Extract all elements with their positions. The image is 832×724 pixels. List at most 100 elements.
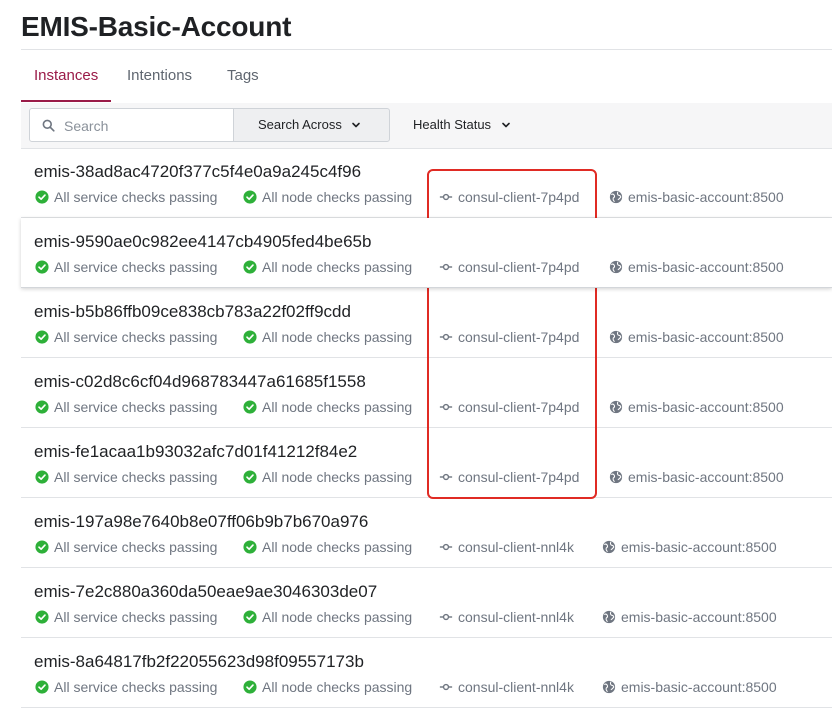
chevron-down-icon [352, 122, 361, 127]
instance-row[interactable]: emis-7e2c880a360da50eae9ae3046303de07 All… [21, 568, 832, 638]
search-input[interactable] [62, 109, 231, 143]
node-checks-status: All node checks passing [243, 468, 412, 486]
node-icon [439, 333, 453, 341]
tab-bar: Instances Intentions Tags [21, 51, 832, 104]
globe-icon [609, 470, 623, 484]
node-name: consul-client-7p4pd [439, 258, 579, 276]
instance-address: emis-basic-account:8500 [609, 398, 784, 416]
service-checks-status: All service checks passing [35, 188, 217, 206]
node-name: consul-client-7p4pd [439, 398, 579, 416]
service-checks-text: All service checks passing [54, 539, 218, 555]
check-circle-icon [35, 610, 49, 624]
globe-icon [609, 400, 623, 414]
address-text: emis-basic-account:8500 [628, 469, 784, 485]
search-icon [42, 119, 55, 132]
tab-tags[interactable]: Tags [214, 51, 272, 102]
service-checks-text: All service checks passing [54, 399, 218, 415]
node-name-text: consul-client-nnl4k [458, 609, 574, 625]
health-status-label: Health Status [413, 117, 492, 132]
node-checks-status: All node checks passing [243, 678, 412, 696]
instance-id[interactable]: emis-197a98e7640b8e07ff06b9b7b670a976 [34, 512, 368, 532]
node-name: consul-client-nnl4k [439, 608, 574, 626]
search-box [29, 108, 234, 143]
service-checks-status: All service checks passing [35, 468, 217, 486]
globe-icon [602, 540, 616, 554]
instance-row[interactable]: emis-197a98e7640b8e07ff06b9b7b670a976 All… [21, 498, 832, 568]
check-circle-icon [35, 330, 49, 344]
instance-row[interactable]: emis-fe1acaa1b93032afc7d01f41212f84e2 All… [21, 428, 832, 498]
instance-address: emis-basic-account:8500 [609, 258, 784, 276]
node-name: consul-client-nnl4k [439, 678, 574, 696]
check-circle-icon [35, 470, 49, 484]
globe-icon [602, 610, 616, 624]
node-checks-status: All node checks passing [243, 328, 412, 346]
check-circle-icon [35, 540, 49, 554]
globe-icon [609, 260, 623, 274]
node-icon [439, 683, 453, 691]
node-checks-text: All node checks passing [262, 609, 413, 625]
service-checks-status: All service checks passing [35, 398, 217, 416]
address-text: emis-basic-account:8500 [628, 259, 784, 275]
service-checks-text: All service checks passing [54, 189, 218, 205]
instance-id[interactable]: emis-b5b86ffb09ce838cb783a22f02ff9cdd [34, 302, 351, 322]
node-name: consul-client-7p4pd [439, 188, 579, 206]
service-checks-text: All service checks passing [54, 679, 218, 695]
address-text: emis-basic-account:8500 [628, 329, 784, 345]
title-divider [21, 49, 832, 50]
service-checks-status: All service checks passing [35, 258, 217, 276]
page-title: EMIS-Basic-Account [21, 11, 292, 42]
check-circle-icon [243, 680, 257, 694]
check-circle-icon [35, 400, 49, 414]
service-checks-text: All service checks passing [54, 259, 218, 275]
address-text: emis-basic-account:8500 [621, 539, 777, 555]
node-checks-text: All node checks passing [262, 259, 413, 275]
address-text: emis-basic-account:8500 [628, 189, 784, 205]
node-name-text: consul-client-7p4pd [458, 189, 580, 205]
service-checks-text: All service checks passing [54, 329, 218, 345]
filter-toolbar: Search Across Health Status [21, 103, 832, 149]
node-checks-text: All node checks passing [262, 399, 413, 415]
instance-id[interactable]: emis-c02d8c6cf04d968783447a61685f1558 [34, 372, 366, 392]
address-text: emis-basic-account:8500 [621, 679, 777, 695]
node-checks-status: All node checks passing [243, 258, 412, 276]
instance-row[interactable]: emis-b5b86ffb09ce838cb783a22f02ff9cdd All… [21, 288, 832, 358]
check-circle-icon [243, 400, 257, 414]
node-icon [439, 403, 453, 411]
node-icon [439, 543, 453, 551]
address-text: emis-basic-account:8500 [621, 609, 777, 625]
health-status-dropdown[interactable]: Health Status [413, 108, 511, 142]
service-checks-text: All service checks passing [54, 609, 218, 625]
tab-intentions[interactable]: Intentions [114, 51, 205, 102]
node-name-text: consul-client-7p4pd [458, 329, 580, 345]
search-across-dropdown[interactable]: Search Across [233, 108, 390, 142]
service-checks-text: All service checks passing [54, 469, 218, 485]
instance-address: emis-basic-account:8500 [609, 468, 784, 486]
node-name: consul-client-7p4pd [439, 468, 579, 486]
service-checks-status: All service checks passing [35, 608, 217, 626]
node-name: consul-client-7p4pd [439, 328, 579, 346]
node-icon [439, 473, 453, 481]
instance-row[interactable]: emis-9590ae0c982ee4147cb4905fed4be65b All… [21, 218, 832, 288]
instance-row[interactable]: emis-38ad8ac4720f377c5f4e0a9a245c4f96 All… [21, 148, 832, 218]
service-checks-status: All service checks passing [35, 328, 217, 346]
instance-list: emis-38ad8ac4720f377c5f4e0a9a245c4f96 All… [21, 148, 832, 708]
tab-instances[interactable]: Instances [21, 51, 112, 102]
node-checks-status: All node checks passing [243, 188, 412, 206]
instance-address: emis-basic-account:8500 [602, 538, 777, 556]
instance-id[interactable]: emis-8a64817fb2f22055623d98f09557173b [34, 652, 364, 672]
instance-id[interactable]: emis-9590ae0c982ee4147cb4905fed4be65b [34, 232, 371, 252]
instance-id[interactable]: emis-fe1acaa1b93032afc7d01f41212f84e2 [34, 442, 357, 462]
node-name-text: consul-client-nnl4k [458, 539, 574, 555]
search-across-label: Search Across [258, 117, 342, 132]
instance-id[interactable]: emis-7e2c880a360da50eae9ae3046303de07 [34, 582, 377, 602]
check-circle-icon [243, 190, 257, 204]
node-name-text: consul-client-7p4pd [458, 259, 580, 275]
instance-row[interactable]: emis-8a64817fb2f22055623d98f09557173b All… [21, 638, 832, 708]
instance-id[interactable]: emis-38ad8ac4720f377c5f4e0a9a245c4f96 [34, 162, 361, 182]
instance-row[interactable]: emis-c02d8c6cf04d968783447a61685f1558 All… [21, 358, 832, 428]
node-name: consul-client-nnl4k [439, 538, 574, 556]
node-checks-text: All node checks passing [262, 469, 413, 485]
node-checks-text: All node checks passing [262, 329, 413, 345]
check-circle-icon [243, 610, 257, 624]
address-text: emis-basic-account:8500 [628, 399, 784, 415]
